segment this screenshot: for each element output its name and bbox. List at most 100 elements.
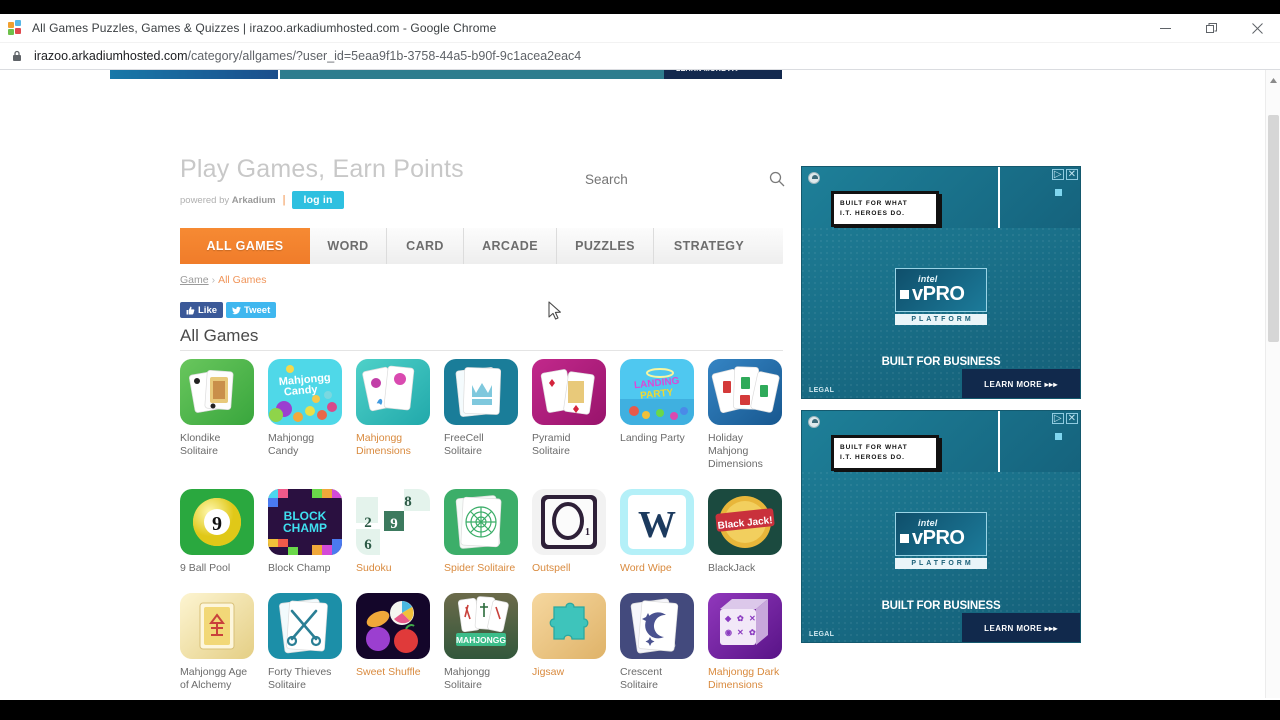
ad-close-icon[interactable]: ✕ [1065, 169, 1078, 180]
sidebar-ad-1[interactable]: ▷ ✕ BUILT FOR WHAT I.T. HEROES DO. intel… [801, 166, 1081, 399]
adchoices-icon[interactable]: ▷ [1051, 413, 1064, 424]
game-thumbnail-crescent-solitaire[interactable] [620, 593, 694, 659]
game-thumbnail-mahjongg-solitaire[interactable]: MAHJONGG [444, 593, 518, 659]
game-tile-outspell[interactable]: 1 Outspell [532, 489, 620, 575]
game-tile-jigsaw[interactable]: Jigsaw [532, 593, 620, 692]
game-title-label[interactable]: Jigsaw [532, 666, 612, 679]
game-tile-age-of-alchemy[interactable]: Mahjongg Age of Alchemy [180, 593, 268, 692]
game-title-label[interactable]: Crescent Solitaire [620, 666, 700, 692]
game-tile-nine-ball-pool[interactable]: 9 9 Ball Pool [180, 489, 268, 575]
game-thumbnail-sudoku[interactable]: 8 2 9 6 [356, 489, 430, 555]
game-thumbnail-forty-thieves[interactable] [268, 593, 342, 659]
facebook-like-button[interactable]: Like [180, 302, 224, 318]
game-tile-blackjack[interactable]: Black Jack! BlackJack [708, 489, 796, 575]
game-title-label[interactable]: Mahjongg Dimensions [356, 432, 436, 458]
site-header: Play Games, Earn Points powered by Arkad… [180, 157, 785, 209]
game-tile-pyramid[interactable]: Pyramid Solitaire [532, 359, 620, 471]
game-title-label[interactable]: Forty Thieves Solitaire [268, 666, 348, 692]
game-tile-sweet-shuffle[interactable]: Sweet Shuffle [356, 593, 444, 692]
game-thumbnail-block-champ[interactable]: BLOCK CHAMP [268, 489, 342, 555]
category-tab-word[interactable]: WORD [310, 228, 387, 264]
category-tab-label: ALL GAMES [206, 239, 284, 253]
game-title-label[interactable]: Block Champ [268, 562, 348, 575]
game-tile-mahjongg-candy[interactable]: Mahjongg Candy Mahjongg Candy [268, 359, 356, 471]
game-tile-word-wipe[interactable]: W Word Wipe [620, 489, 708, 575]
page-scrollbar[interactable] [1265, 70, 1280, 698]
twitter-tweet-button[interactable]: Tweet [226, 302, 277, 318]
game-tile-spider-solitaire[interactable]: Spider Solitaire [444, 489, 532, 575]
close-button[interactable] [1234, 14, 1280, 43]
game-title-label[interactable]: Sudoku [356, 562, 436, 575]
game-title-label[interactable]: Mahjongg Candy [268, 432, 348, 458]
game-tile-mahjongg-dark[interactable]: ◆ ✿ ✕ ◉ ✕ ✿ Mahjongg Dark Dimensions [708, 593, 796, 692]
breadcrumb-root-link[interactable]: Game [180, 274, 209, 286]
maximize-restore-button[interactable] [1188, 14, 1234, 43]
game-title-label[interactable]: FreeCell Solitaire [444, 432, 524, 458]
game-thumbnail-spider-solitaire[interactable] [444, 489, 518, 555]
game-thumbnail-mahjongg-candy[interactable]: Mahjongg Candy [268, 359, 342, 425]
game-thumbnail-outspell[interactable]: 1 [532, 489, 606, 555]
adchoices-icon[interactable]: ▷ [1051, 169, 1064, 180]
ad-legal-link[interactable]: LEGAL [809, 387, 834, 394]
game-thumbnail-blackjack[interactable]: Black Jack! [708, 489, 782, 555]
game-title-label[interactable]: Sweet Shuffle [356, 666, 436, 679]
svg-text:MAHJONGG: MAHJONGG [456, 635, 506, 645]
game-thumbnail-holiday-mahjong[interactable] [708, 359, 782, 425]
search-box[interactable] [585, 171, 785, 187]
game-title-label[interactable]: Landing Party [620, 432, 700, 445]
game-title-label[interactable]: Holiday Mahjong Dimensions [708, 432, 788, 471]
ad-cta-button[interactable]: LEARN MORE ▸▸▸ [962, 613, 1080, 642]
game-tile-mahjongg-dimensions[interactable]: Mahjongg Dimensions [356, 359, 444, 471]
game-thumbnail-sweet-shuffle[interactable] [356, 593, 430, 659]
scrollbar-thumb[interactable] [1268, 115, 1279, 342]
game-title-label[interactable]: BlackJack [708, 562, 788, 575]
game-title-label[interactable]: Mahjongg Solitaire [444, 666, 524, 692]
game-title-label[interactable]: Mahjongg Age of Alchemy [180, 666, 260, 692]
game-tile-crescent-solitaire[interactable]: Crescent Solitaire [620, 593, 708, 692]
ad-close-icon[interactable]: ✕ [1065, 413, 1078, 424]
game-thumbnail-mahjongg-dimensions[interactable] [356, 359, 430, 425]
category-tab-all-games[interactable]: ALL GAMES [180, 228, 310, 264]
game-title-label[interactable]: Outspell [532, 562, 612, 575]
category-tab-strategy[interactable]: STRATEGY [654, 228, 764, 264]
game-thumbnail-mahjongg-dark[interactable]: ◆ ✿ ✕ ◉ ✕ ✿ [708, 593, 782, 659]
sidebar-ad-2[interactable]: ▷ ✕ BUILT FOR WHAT I.T. HEROES DO. intel… [801, 410, 1081, 643]
game-title-label[interactable]: Pyramid Solitaire [532, 432, 612, 458]
game-tile-sudoku[interactable]: 8 2 9 6 Sudoku [356, 489, 444, 575]
facebook-like-label: Like [198, 304, 218, 316]
game-thumbnail-age-of-alchemy[interactable] [180, 593, 254, 659]
game-thumbnail-jigsaw[interactable] [532, 593, 606, 659]
address-bar[interactable]: irazoo.arkadiumhosted.com/category/allga… [0, 43, 1280, 70]
game-tile-block-champ[interactable]: BLOCK CHAMP Block Champ [268, 489, 356, 575]
game-thumbnail-pyramid[interactable] [532, 359, 606, 425]
game-thumbnail-nine-ball-pool[interactable]: 9 [180, 489, 254, 555]
game-title-label[interactable]: 9 Ball Pool [180, 562, 260, 575]
game-tile-forty-thieves[interactable]: Forty Thieves Solitaire [268, 593, 356, 692]
minimize-button[interactable] [1142, 14, 1188, 43]
game-tile-landing-party[interactable]: LANDING PARTY Landing Party [620, 359, 708, 471]
game-tile-freecell[interactable]: FreeCell Solitaire [444, 359, 532, 471]
search-input[interactable] [585, 171, 745, 187]
game-tile-mahjongg-solitaire[interactable]: MAHJONGG Mahjongg Solitaire [444, 593, 532, 692]
top-banner-ad-partial[interactable]: LEARN MORE ▸▸▸ [110, 70, 782, 79]
game-tile-klondike[interactable]: Klondike Solitaire [180, 359, 268, 471]
category-tab-card[interactable]: CARD [387, 228, 464, 264]
category-tab-puzzles[interactable]: PUZZLES [557, 228, 654, 264]
game-thumbnail-landing-party[interactable]: LANDING PARTY [620, 359, 694, 425]
game-thumbnail-klondike[interactable] [180, 359, 254, 425]
scroll-up-arrow-icon[interactable] [1269, 72, 1278, 83]
category-tab-arcade[interactable]: ARCADE [464, 228, 557, 264]
ad-legal-link[interactable]: LEGAL [809, 631, 834, 638]
game-title-label[interactable]: Word Wipe [620, 562, 700, 575]
ad-cta-button[interactable]: LEARN MORE ▸▸▸ [962, 369, 1080, 398]
top-ad-cta[interactable]: LEARN MORE ▸▸▸ [664, 70, 782, 79]
game-thumbnail-word-wipe[interactable]: W [620, 489, 694, 555]
game-title-label[interactable]: Klondike Solitaire [180, 432, 260, 458]
game-title-label[interactable]: Spider Solitaire [444, 562, 524, 575]
game-tile-holiday-mahjong[interactable]: Holiday Mahjong Dimensions [708, 359, 796, 471]
search-icon[interactable] [769, 171, 785, 187]
game-title-label[interactable]: Mahjongg Dark Dimensions [708, 666, 788, 692]
login-button[interactable]: log in [292, 191, 344, 209]
game-thumbnail-freecell[interactable] [444, 359, 518, 425]
category-tab-label: CARD [406, 239, 444, 253]
